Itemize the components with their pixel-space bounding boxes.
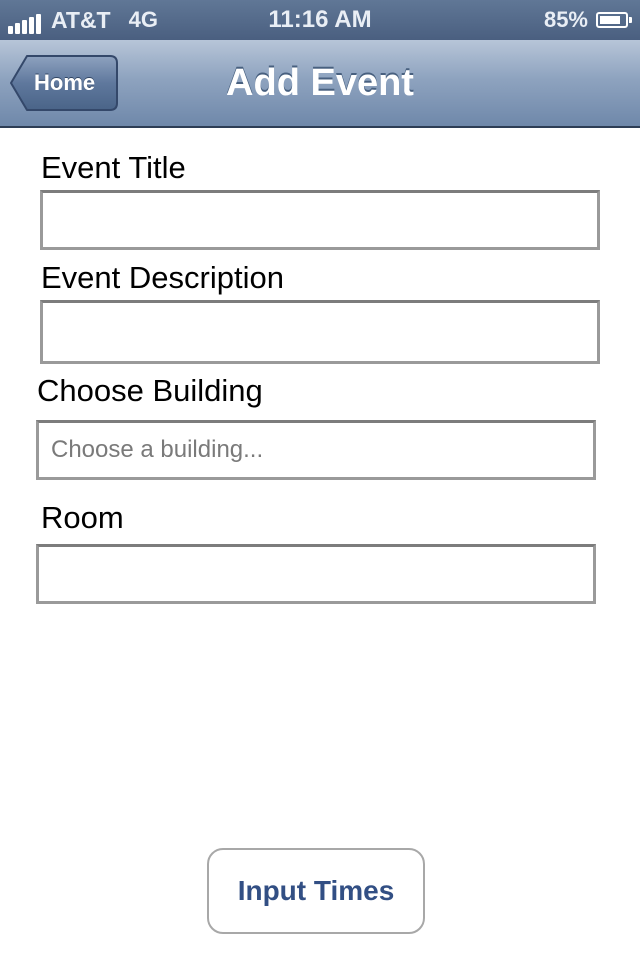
battery-fill (600, 16, 621, 24)
status-bar: AT&T 4G 11:16 AM 85% (0, 0, 640, 40)
choose-building-label: Choose Building (37, 373, 263, 408)
input-times-button[interactable]: Input Times (207, 848, 425, 934)
room-input[interactable] (36, 544, 596, 604)
status-right: 85% (543, 0, 632, 40)
battery-percent: 85% (543, 7, 588, 32)
room-label: Room (41, 500, 124, 535)
building-input[interactable] (36, 420, 596, 480)
event-description-label: Event Description (41, 260, 284, 295)
back-button[interactable]: Home (10, 55, 118, 111)
event-description-input[interactable] (40, 300, 600, 364)
event-title-label: Event Title (41, 150, 186, 185)
back-button-label: Home (34, 70, 96, 95)
battery-tip (629, 17, 632, 23)
navigation-bar: Add Event Home (0, 40, 640, 128)
battery-icon (596, 12, 632, 28)
event-title-input[interactable] (40, 190, 600, 250)
